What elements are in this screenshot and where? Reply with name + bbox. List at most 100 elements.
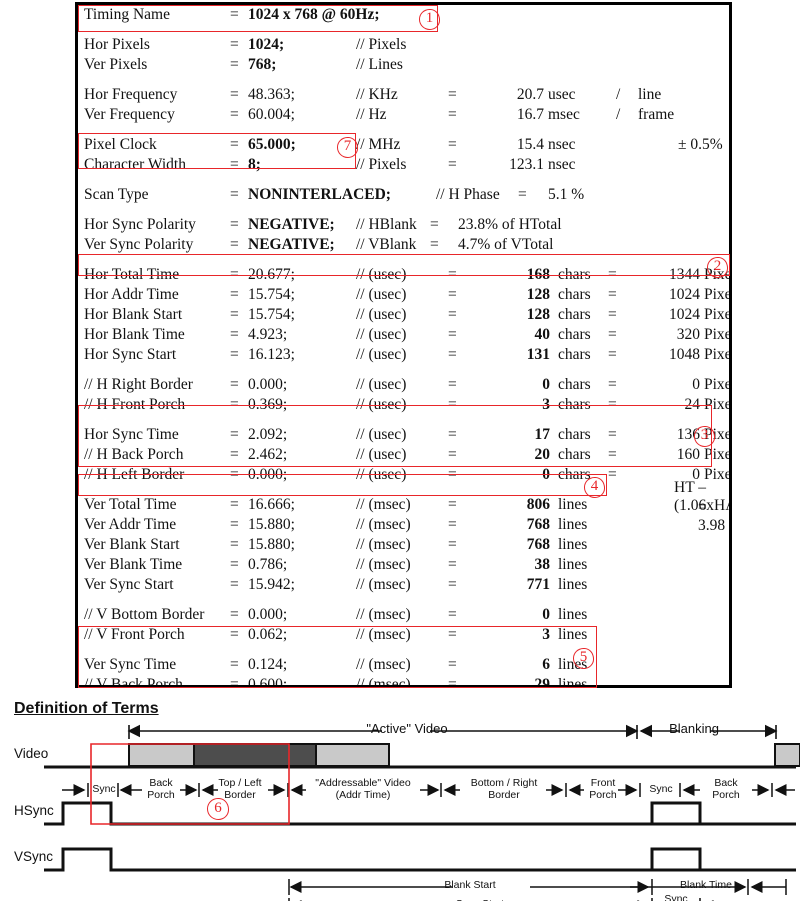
timing-row-equals2: = <box>448 496 457 513</box>
timing-row-count-unit: chars <box>558 346 591 363</box>
timing-row-equals2: = <box>448 286 457 303</box>
timing-row: // V Front Porch = 0.062; // (msec) = 3 lines <box>78 625 729 645</box>
annotation-marker-3: 3 <box>694 426 715 447</box>
addressable-video-label: "Addressable" Video (Addr Time) <box>301 777 425 801</box>
timing-row-blank-value: 4.7% of VTotal <box>458 236 554 253</box>
timing-row-count-unit: lines <box>558 676 588 688</box>
timing-row-count: 128 <box>526 306 550 323</box>
timing-row-label: Ver Total Time <box>84 496 177 513</box>
timing-row-equals2: = <box>448 136 457 153</box>
timing-row-equals2: = <box>448 106 457 123</box>
timing-waveform-diagram: Video HSync VSync "Active" Video Blankin… <box>0 695 800 901</box>
timing-row-unit: // Pixels <box>356 156 407 173</box>
timing-row-equals2: = <box>448 396 457 413</box>
timing-row: Hor Pixels = 1024; // Pixels <box>78 35 729 55</box>
timing-row-count-unit: lines <box>558 496 588 513</box>
timing-row-count: 6 <box>542 656 550 673</box>
timing-row-equals: = <box>230 676 239 688</box>
timing-row-count: 768 <box>526 516 550 533</box>
timing-row-unit: // Hz <box>356 106 387 123</box>
timing-row-unit: // (msec) <box>356 516 411 533</box>
timing-row-count-unit: lines <box>558 536 588 553</box>
timing-row: Ver Pixels = 768; // Lines <box>78 55 729 75</box>
timing-row-count: 3 <box>542 626 550 643</box>
sync-right-label: Sync <box>649 783 673 795</box>
timing-row-unit: // (usec) <box>356 266 407 283</box>
timing-row: Scan Type = NONINTERLACED; // H Phase = 5.1 % <box>78 185 729 205</box>
timing-row-value: 8; <box>248 156 261 173</box>
timing-row-phase-unit: // H Phase <box>436 186 500 203</box>
timing-row-spacer <box>78 255 729 265</box>
timing-row: Hor Total Time = 20.677; // (usec) = 168 chars… <box>78 265 729 285</box>
timing-row-label: Hor Addr Time <box>84 286 179 303</box>
timing-row-value: 0.369; <box>248 396 288 413</box>
timing-row: Ver Sync Start = 15.942; // (msec) = 771 lines <box>78 575 729 595</box>
timing-row-count: 806 <box>526 496 550 513</box>
timing-row-count-unit: lines <box>558 556 588 573</box>
timing-row-count: 38 <box>534 556 551 573</box>
timing-row-count-unit: lines <box>558 606 588 623</box>
timing-row: Character Width = 8; // Pixels = 123.1 nsec <box>78 155 729 175</box>
timing-row-result-unit: msec <box>548 106 580 123</box>
timing-row-value: 20.677; <box>248 266 295 283</box>
timing-row-value: NEGATIVE; <box>248 236 335 253</box>
timing-row-spacer <box>78 175 729 185</box>
timing-row-value: 16.666; <box>248 496 295 513</box>
timing-row-label: // H Back Porch <box>84 446 184 463</box>
back-porch-left-line1: Back <box>149 777 173 789</box>
timing-row-per: line <box>638 86 662 103</box>
timing-row-value: 1024 x 768 @ 60Hz; <box>248 6 380 23</box>
timing-row-spacer <box>78 125 729 135</box>
timing-row-pixels: 1024 <box>669 286 700 303</box>
timing-row-unit: // MHz <box>356 136 401 153</box>
blank-start-label: Blank Start <box>444 879 496 891</box>
timing-row-equals: = <box>230 56 239 73</box>
timing-row-count-unit: chars <box>558 266 591 283</box>
timing-row: Ver Blank Start = 15.880; // (msec) = 768 line… <box>78 535 729 555</box>
timing-row-result: 16.7 <box>516 106 544 123</box>
timing-row: Hor Sync Time = 2.092; // (usec) = 17 chars = 13… <box>78 425 729 445</box>
sync-left-label: Sync <box>92 783 116 795</box>
timing-row-value: 15.880; <box>248 516 295 533</box>
timing-row-label: Hor Blank Start <box>84 306 183 323</box>
timing-row-label: Hor Sync Start <box>84 346 177 363</box>
annotation-marker-7: 7 <box>337 137 358 158</box>
timing-row-equals2: = <box>448 326 457 343</box>
timing-row: Ver Blank Time = 0.786; // (msec) = 38 lines <box>78 555 729 575</box>
timing-row-count: 128 <box>526 286 550 303</box>
timing-row-label: Timing Name <box>84 6 170 23</box>
timing-row: Ver Total Time = 16.666; // (msec) = 806 lines <box>78 495 729 515</box>
timing-row: Hor Blank Time = 4.923; // (usec) = 40 chars = 3… <box>78 325 729 345</box>
timing-row-count: 0 <box>542 376 550 393</box>
addressable-video-line1: "Addressable" Video <box>315 777 411 789</box>
hsync-row-label: HSync <box>14 803 54 818</box>
timing-row-label: Hor Blank Time <box>84 326 185 343</box>
timing-row-result: 123.1 <box>509 156 544 173</box>
timing-row-unit: // (usec) <box>356 286 407 303</box>
timing-row-pixels-unit: Pixels <box>704 376 732 393</box>
blank-time-label: Blank Time <box>680 879 732 891</box>
timing-row-value: 65.000; <box>248 136 296 153</box>
timing-row-equals: = <box>230 446 239 463</box>
timing-row-equals: = <box>230 496 239 513</box>
timing-row: Ver Sync Time = 0.124;// (msec) = 6 lines <box>78 655 729 675</box>
timing-row-equals2: = <box>448 606 457 623</box>
front-porch-label: Front Porch <box>584 777 622 801</box>
timing-row-equals2: = <box>448 346 457 363</box>
timing-row-equals2: = <box>448 266 457 283</box>
timing-row-value: 15.942; <box>248 576 295 593</box>
timing-row-equals2: = <box>448 446 457 463</box>
timing-row: // H Left Border = 0.000;// (usec) = 0 chars =… <box>78 465 729 485</box>
back-porch-right-line2: Porch <box>712 788 740 801</box>
timing-row: // V Back Porch = 0.600; // (msec) = 29 lines <box>78 675 729 688</box>
timing-row-value: 1024; <box>248 36 285 53</box>
top-left-border-line1: Top / Left <box>218 777 262 789</box>
timing-row-phase-value: 5.1 % <box>548 186 585 203</box>
timing-row-label: Ver Blank Time <box>84 556 183 573</box>
timing-row-equals: = <box>230 466 239 483</box>
timing-row-equals2: = <box>448 626 457 643</box>
timing-row-label: Character Width <box>84 156 186 173</box>
timing-row-value: 2.462; <box>248 446 288 463</box>
timing-row-label: // V Back Porch <box>84 676 183 688</box>
active-video-label: "Active" Video <box>366 721 448 736</box>
